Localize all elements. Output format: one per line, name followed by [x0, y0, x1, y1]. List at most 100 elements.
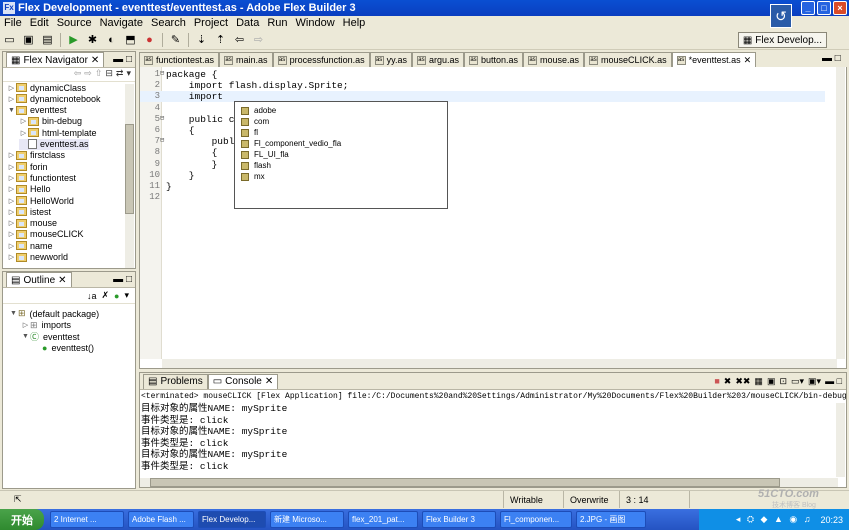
up-icon[interactable]: ⇧ [95, 68, 103, 81]
outline-item[interactable]: ▼ Ⓒeventtest [21, 331, 80, 343]
view-menu-icon[interactable]: ▾ [126, 68, 131, 81]
remove-launch-icon[interactable]: ✖ [724, 376, 732, 387]
expand-arrow-icon[interactable]: ▷ [21, 321, 30, 329]
menu-navigate[interactable]: Navigate [96, 17, 147, 29]
expand-arrow-icon[interactable]: ▷ [7, 163, 16, 171]
start-button[interactable]: 开始 [0, 509, 44, 530]
expand-arrow-icon[interactable]: ▷ [7, 208, 16, 216]
expand-arrow-icon[interactable]: ▷ [7, 95, 16, 103]
forward-icon[interactable]: ⇨ [84, 68, 92, 81]
tree-item[interactable]: eventtest.as [19, 138, 89, 150]
editor-minimize-icon[interactable]: ▬ □ [822, 53, 841, 64]
next-annotation-icon[interactable]: ⇣ [194, 32, 209, 47]
tree-item[interactable]: ▷ forin [7, 161, 48, 172]
editor-tab[interactable]: as processfunction.as [272, 52, 370, 67]
link-editor-icon[interactable]: ⇄ [116, 68, 124, 81]
close-icon[interactable]: ✕ [58, 275, 66, 286]
menu-edit[interactable]: Edit [26, 17, 53, 29]
editor-tab[interactable]: as functiontest.as [139, 52, 220, 67]
maximize-button[interactable]: □ [817, 1, 831, 15]
expand-arrow-icon[interactable]: ▷ [7, 197, 16, 205]
expand-arrow-icon[interactable]: ▼ [21, 333, 30, 340]
menu-source[interactable]: Source [53, 17, 96, 29]
tree-item[interactable]: ▷ HelloWorld [7, 195, 74, 206]
tree-item[interactable]: ▷ newworld [7, 252, 68, 263]
editor-tab[interactable]: as argu.as [411, 52, 464, 67]
navigator-scrollbar[interactable] [125, 84, 134, 268]
tab-console[interactable]: ▭ Console ✕ [207, 373, 279, 389]
tree-item[interactable]: ▷ mouse [7, 218, 57, 229]
back-icon[interactable]: ⇦ [74, 68, 82, 81]
forward-icon[interactable]: ⇨ [251, 32, 266, 47]
menu-file[interactable]: File [0, 17, 26, 29]
fold-marker-icon[interactable]: ⊟ [160, 114, 164, 123]
menu-project[interactable]: Project [190, 17, 232, 29]
save-icon[interactable]: ▣ [21, 32, 36, 47]
editor-tab[interactable]: as button.as [463, 52, 524, 67]
expand-arrow-icon[interactable]: ▷ [7, 84, 16, 92]
editor-hscroll[interactable] [162, 359, 837, 368]
outline-item[interactable]: ▼ ⊞ (default package) [9, 308, 99, 319]
tree-item[interactable]: ▷ name [7, 240, 53, 251]
outline-item[interactable]: ● eventtest() [33, 343, 94, 354]
view-menu-icon[interactable]: ▾ [124, 290, 129, 301]
expand-arrow-icon[interactable]: ▷ [19, 129, 28, 137]
menu-window[interactable]: Window [292, 17, 339, 29]
outline-tab[interactable]: ▤ Outline ✕ [6, 272, 72, 287]
taskbar-button[interactable]: 新建 Microso... [270, 511, 344, 528]
expand-arrow-icon[interactable]: ▷ [7, 151, 16, 159]
tree-item[interactable]: ▷ mouseCLICK [7, 229, 84, 240]
hide-static-icon[interactable]: ● [114, 291, 119, 301]
editor-vscroll[interactable] [836, 67, 845, 359]
tab-problems[interactable]: ▤ Problems [143, 373, 208, 389]
taskbar-button[interactable]: Flex Builder 3 [422, 511, 496, 528]
new-icon[interactable]: ▭ [2, 32, 17, 47]
fold-marker-icon[interactable]: ⊟ [160, 69, 164, 78]
remove-all-icon[interactable]: ✖✖ [735, 376, 750, 387]
menu-run[interactable]: Run [263, 17, 291, 29]
menu-data[interactable]: Data [232, 17, 263, 29]
tree-item[interactable]: ▼ eventtest [7, 105, 67, 116]
minimize-icon[interactable]: ▬ □ [113, 54, 132, 65]
close-button[interactable]: × [833, 1, 847, 15]
scroll-lock-icon[interactable]: ▣ [767, 376, 776, 387]
tree-item[interactable]: ▷ istest [7, 206, 51, 217]
debug-icon[interactable]: ✱ [85, 32, 100, 47]
autocomplete-item[interactable]: FL_UI_fla [235, 149, 447, 160]
external-tools-icon[interactable]: ● [142, 32, 157, 47]
collapse-all-icon[interactable]: ⊟ [105, 68, 113, 81]
perspective-switcher[interactable]: ▦ Flex Develop... [737, 32, 827, 48]
editor-tab[interactable]: as main.as [219, 52, 273, 67]
expand-arrow-icon[interactable]: ▷ [7, 253, 16, 261]
taskbar-button[interactable]: 2.JPG - 画图 [576, 511, 646, 528]
console-hscroll[interactable] [140, 478, 838, 487]
taskbar-button[interactable]: Adobe Flash ... [128, 511, 194, 528]
tree-item[interactable]: ▷ functiontest [7, 172, 76, 183]
close-icon[interactable]: ✕ [91, 55, 99, 66]
editor-tab[interactable]: as mouse.as [523, 52, 585, 67]
autocomplete-item[interactable]: adobe [235, 105, 447, 116]
taskbar-button[interactable]: Fl_componen... [500, 511, 572, 528]
minimize-icon[interactable]: ▬ □ [113, 274, 132, 285]
expand-arrow-icon[interactable]: ▷ [7, 185, 16, 193]
editor-tab[interactable]: as yy.as [369, 52, 412, 67]
code-line[interactable]: 1 ⊟ package { [140, 69, 825, 80]
outline-item[interactable]: ▷ ⊞ imports [21, 320, 71, 331]
expand-arrow-icon[interactable]: ▷ [7, 174, 16, 182]
sort-icon[interactable]: ↓a [87, 291, 97, 301]
back-icon[interactable]: ⇦ [232, 32, 247, 47]
autocomplete-item[interactable]: fl [235, 127, 447, 138]
pen-icon[interactable]: ✎ [168, 32, 183, 47]
run-icon[interactable]: ▶ [66, 32, 81, 47]
terminate-icon[interactable]: ■ [714, 376, 719, 387]
taskbar-button[interactable]: 2 Internet ... [50, 511, 124, 528]
pin-console-icon[interactable]: ⊡ [779, 376, 787, 387]
minimize-button[interactable]: _ [801, 1, 815, 15]
expand-arrow-icon[interactable]: ▷ [19, 117, 28, 125]
expand-arrow-icon[interactable]: ▼ [9, 310, 18, 317]
tree-item[interactable]: ▷ bin-debug [19, 116, 82, 127]
autocomplete-item[interactable]: flash [235, 160, 447, 171]
prev-annotation-icon[interactable]: ⇡ [213, 32, 228, 47]
export-icon[interactable]: ⬒ [123, 32, 138, 47]
code-line[interactable]: 2 import flash.display.Sprite; [140, 80, 825, 91]
